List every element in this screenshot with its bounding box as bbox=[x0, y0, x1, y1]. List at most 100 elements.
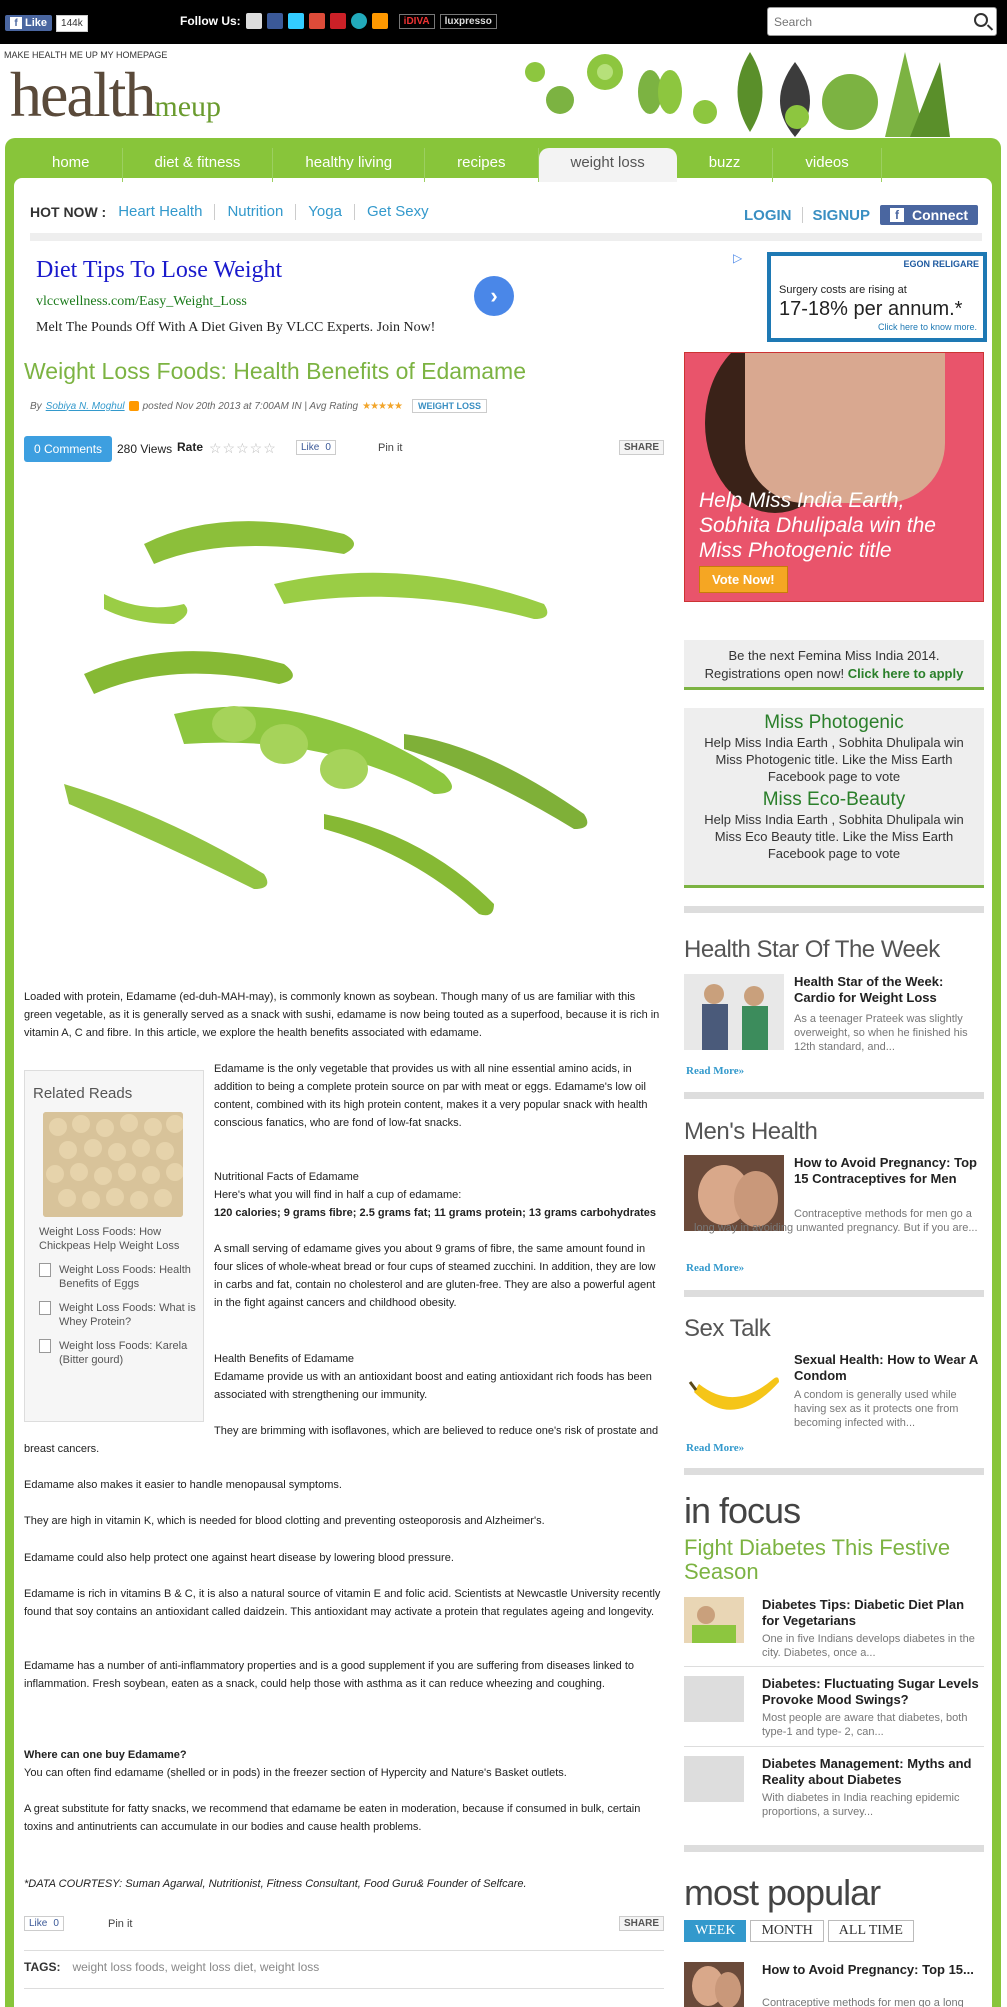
app-icon[interactable] bbox=[350, 13, 367, 29]
logo-main: health bbox=[10, 59, 156, 130]
nav-videos[interactable]: videos bbox=[773, 148, 882, 182]
sex-talk-item[interactable]: Sexual Health: How to Wear A Condom A co… bbox=[684, 1352, 984, 1432]
category-tag[interactable]: WEIGHT LOSS bbox=[411, 399, 487, 413]
header-decoration bbox=[525, 52, 950, 137]
miss-eco-beauty-title[interactable]: Miss Eco-Beauty bbox=[684, 789, 984, 811]
related-item[interactable]: Weight Loss Foods: What is Whey Protein? bbox=[39, 1301, 203, 1329]
email-icon[interactable] bbox=[245, 13, 262, 29]
hot-link-heart-health[interactable]: Heart Health bbox=[118, 203, 202, 220]
article-icon bbox=[39, 1339, 51, 1353]
article-para-6: Edamame provide us with an antioxidant b… bbox=[214, 1371, 652, 1401]
heading-benefits: Health Benefits of Edamame bbox=[214, 1353, 355, 1365]
banner-brand: EGON RELIGARE bbox=[903, 259, 979, 269]
nav-diet-fitness[interactable]: diet & fitness bbox=[123, 148, 274, 182]
idiva-link[interactable]: iDIVA bbox=[398, 13, 435, 29]
most-popular-tabs: WEEK MONTH ALL TIME bbox=[684, 1920, 914, 1942]
thumbnail-placeholder bbox=[684, 1756, 744, 1802]
article-para-13: You can often find edamame (shelled or i… bbox=[24, 1767, 567, 1779]
like-button[interactable]: Like 0 bbox=[24, 1916, 64, 1931]
article-para-12: Edamame has a number of anti-inflammator… bbox=[24, 1660, 635, 1690]
author-link[interactable]: Sobiya N. Moghul bbox=[46, 401, 125, 412]
share-button[interactable]: SHARE bbox=[618, 1916, 664, 1931]
rss-icon[interactable] bbox=[128, 401, 139, 411]
google-plus-icon[interactable] bbox=[308, 13, 325, 29]
popular-item[interactable]: How to Avoid Pregnancy: Top 15... Contra… bbox=[684, 1962, 984, 2007]
pinterest-icon[interactable] bbox=[329, 13, 346, 29]
related-item[interactable]: Weight loss Foods: Karela (Bitter gourd) bbox=[39, 1339, 203, 1367]
read-more-link[interactable]: Read More» bbox=[686, 1262, 744, 1274]
nav-buzz[interactable]: buzz bbox=[677, 148, 774, 182]
ad-title[interactable]: Diet Tips To Lose Weight bbox=[36, 257, 282, 284]
posted-date: posted Nov 20th 2013 at 7:00AM IN | Avg … bbox=[142, 400, 359, 412]
focus-item[interactable]: Diabetes Tips: Diabetic Diet Plan for Ve… bbox=[684, 1597, 984, 1667]
pinit-button[interactable]: Pin it bbox=[108, 1918, 132, 1930]
sex-talk-heading: Sex Talk bbox=[684, 1315, 771, 1342]
share-toolbar: 0 Comments 280 Views Rate ☆☆☆☆☆ Like 0 Pi… bbox=[24, 436, 664, 462]
read-more-link[interactable]: Read More» bbox=[686, 1442, 744, 1454]
miss-photogenic-title[interactable]: Miss Photogenic bbox=[684, 712, 984, 734]
ad-description: Melt The Pounds Off With A Diet Given By… bbox=[36, 320, 436, 335]
related-item[interactable]: Weight Loss Foods: Health Benefits of Eg… bbox=[39, 1263, 203, 1291]
facebook-like-button[interactable]: f Like bbox=[5, 15, 53, 31]
article-title: Weight Loss Foods: Health Benefits of Ed… bbox=[24, 358, 527, 384]
signup-link[interactable]: SIGNUP bbox=[813, 207, 871, 224]
facebook-icon[interactable] bbox=[266, 13, 283, 29]
nav-home[interactable]: home bbox=[20, 148, 123, 182]
rating-input[interactable]: ☆☆☆☆☆ bbox=[209, 440, 277, 457]
focus-item-title[interactable]: Diabetes: Fluctuating Sugar Levels Provo… bbox=[762, 1676, 984, 1708]
hot-link-yoga[interactable]: Yoga bbox=[308, 203, 342, 220]
like-button[interactable]: Like 0 bbox=[296, 440, 336, 455]
site-logo[interactable]: healthmeup bbox=[10, 58, 221, 132]
health-star-item[interactable]: Health Star of the Week: Cardio for Weig… bbox=[684, 974, 984, 1054]
tags-list[interactable]: weight loss foods, weight loss diet, wei… bbox=[72, 1960, 319, 1974]
luxpresso-link[interactable]: luxpresso bbox=[439, 13, 497, 29]
nav-healthy-living[interactable]: healthy living bbox=[273, 148, 426, 182]
like-count: 144k bbox=[56, 14, 88, 32]
read-more-link[interactable]: Read More» bbox=[686, 1065, 744, 1077]
tab-month[interactable]: MONTH bbox=[750, 1920, 824, 1942]
hot-link-get-sexy[interactable]: Get Sexy bbox=[367, 203, 429, 220]
banner-link[interactable]: Click here to know more. bbox=[878, 322, 977, 332]
related-reads: Related Reads Weight Loss Foods: How Chi… bbox=[24, 1070, 204, 1422]
hot-link-nutrition[interactable]: Nutrition bbox=[227, 203, 283, 220]
sex-talk-title[interactable]: Sexual Health: How to Wear A Condom bbox=[794, 1352, 984, 1384]
ad-banner[interactable]: EGON RELIGARE Surgery costs are rising a… bbox=[767, 252, 987, 342]
tab-week[interactable]: WEEK bbox=[684, 1920, 747, 1942]
related-main-link[interactable]: Weight Loss Foods: How Chickpeas Help We… bbox=[39, 1225, 189, 1253]
ad-arrow-icon[interactable]: › bbox=[474, 276, 514, 316]
focus-item[interactable]: Diabetes: Fluctuating Sugar Levels Provo… bbox=[684, 1676, 984, 1746]
miss-india-promo[interactable]: Help Miss India Earth, Sobhita Dhulipala… bbox=[684, 352, 984, 602]
ad-url[interactable]: vlccwellness.com/Easy_Weight_Loss bbox=[36, 294, 247, 310]
popular-item-title[interactable]: How to Avoid Pregnancy: Top 15... bbox=[762, 1962, 984, 1978]
apply-link[interactable]: Click here to apply bbox=[848, 666, 964, 681]
vote-now-button[interactable]: Vote Now! bbox=[699, 566, 788, 593]
nav-recipes[interactable]: recipes bbox=[425, 148, 539, 182]
health-star-title[interactable]: Health Star of the Week: Cardio for Weig… bbox=[794, 974, 984, 1006]
related-title: Related Reads bbox=[33, 1085, 133, 1102]
focus-item-title[interactable]: Diabetes Management: Myths and Reality a… bbox=[762, 1756, 984, 1788]
tab-all-time[interactable]: ALL TIME bbox=[827, 1920, 914, 1942]
chickpeas-thumbnail[interactable] bbox=[43, 1112, 183, 1217]
in-focus-subheading[interactable]: Fight Diabetes This Festive Season bbox=[684, 1536, 974, 1584]
adchoices-icon[interactable]: ▷ bbox=[733, 251, 742, 265]
mens-health-title[interactable]: How to Avoid Pregnancy: Top 15 Contracep… bbox=[794, 1155, 984, 1187]
twitter-icon[interactable] bbox=[287, 13, 304, 29]
article-para-9: They are high in vitamin K, which is nee… bbox=[24, 1515, 545, 1527]
focus-item[interactable]: Diabetes Management: Myths and Reality a… bbox=[684, 1756, 984, 1826]
search-input[interactable] bbox=[768, 8, 958, 35]
share-button[interactable]: SHARE bbox=[618, 440, 664, 455]
comments-button[interactable]: 0 Comments bbox=[24, 436, 113, 462]
article-para-5: A small serving of edamame gives you abo… bbox=[214, 1243, 656, 1309]
search-box[interactable] bbox=[767, 7, 997, 36]
login-link[interactable]: LOGIN bbox=[744, 207, 792, 224]
search-icon[interactable] bbox=[974, 13, 988, 27]
facebook-connect-button[interactable]: f Connect bbox=[880, 205, 979, 225]
facebook-like-widget[interactable]: f Like 144k bbox=[5, 14, 88, 32]
article-para-7: They are brimming with isoflavones, whic… bbox=[24, 1425, 659, 1455]
rss-icon[interactable] bbox=[371, 13, 388, 29]
focus-item-title[interactable]: Diabetes Tips: Diabetic Diet Plan for Ve… bbox=[762, 1597, 984, 1629]
pinit-button[interactable]: Pin it bbox=[378, 442, 402, 454]
divider bbox=[24, 1950, 664, 1951]
mens-health-item[interactable]: How to Avoid Pregnancy: Top 15 Contracep… bbox=[684, 1155, 984, 1255]
nav-weight-loss[interactable]: weight loss bbox=[538, 148, 677, 182]
